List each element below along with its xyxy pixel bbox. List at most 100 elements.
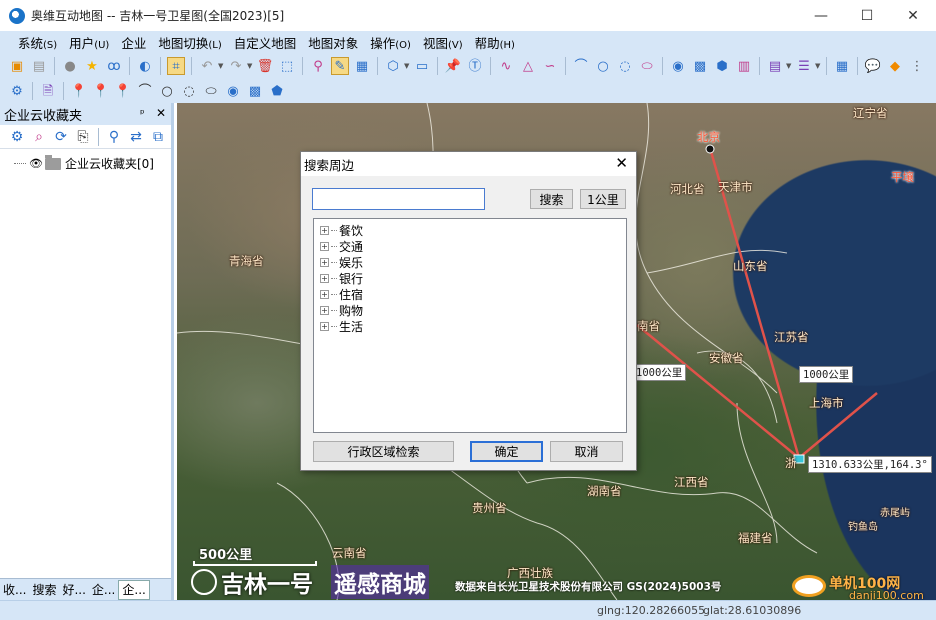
chat-icon[interactable]: 💬	[864, 57, 882, 75]
filled-polygon-icon[interactable]: ⬢	[713, 57, 731, 75]
close-button[interactable]: ✕	[890, 0, 936, 31]
filled-shape-icon[interactable]: ⬟	[268, 82, 286, 100]
vip-icon[interactable]: ◆	[886, 57, 904, 75]
menu-user[interactable]: 用户(U)	[63, 33, 115, 52]
undo-icon[interactable]: ↶	[198, 57, 216, 75]
filled-circle-icon[interactable]: ◉	[669, 57, 687, 75]
link-icon[interactable]: ꝏ	[105, 57, 123, 75]
book-icon[interactable]: ▤	[766, 57, 784, 75]
pin-panel-icon[interactable]: ᵖ	[140, 107, 145, 120]
polyline-icon[interactable]: ∿	[497, 57, 515, 75]
panel-settings-icon[interactable]: ⚙	[8, 128, 26, 146]
radius-button[interactable]: 1公里	[580, 189, 626, 209]
tree-item-dining[interactable]: + 餐饮	[320, 222, 626, 238]
triangle-icon[interactable]: △	[519, 57, 537, 75]
filled-circle-icon-2[interactable]: ◉	[224, 82, 242, 100]
green-pin-icon[interactable]: 📍	[114, 82, 132, 100]
expand-icon[interactable]: +	[320, 225, 329, 235]
expand-icon[interactable]: +	[320, 273, 329, 283]
menu-operation[interactable]: 操作(O)	[364, 33, 417, 52]
menu-system[interactable]: 系统(S)	[12, 33, 63, 52]
arc-line-icon-2[interactable]: ⌒	[136, 82, 154, 100]
close-panel-icon[interactable]: ✕	[156, 106, 166, 120]
expand-icon[interactable]: +	[320, 257, 329, 267]
user-icon[interactable]: ●	[61, 57, 79, 75]
maximize-button[interactable]: ☐	[844, 0, 890, 31]
select-tool-icon[interactable]: ⌗	[167, 57, 185, 75]
panel-locate-icon[interactable]: ⚲	[105, 128, 123, 146]
undo-dropdown-icon[interactable]: ▼	[218, 62, 225, 70]
tab-search[interactable]: 搜索	[29, 581, 59, 598]
search-input[interactable]	[312, 188, 485, 210]
favorite-star-icon[interactable]: ★	[83, 57, 101, 75]
panel-sync-icon[interactable]: ⇄	[127, 128, 145, 146]
place-mark-icon[interactable]: ⚲	[309, 57, 327, 75]
tree-item-shopping[interactable]: + 购物	[320, 302, 626, 318]
save-icon[interactable]: ▤	[30, 57, 48, 75]
book-dropdown-icon[interactable]: ▼	[786, 62, 793, 70]
region-search-button[interactable]: 行政区域检索	[313, 441, 454, 462]
minimize-button[interactable]: —	[798, 0, 844, 31]
measure-ruler-icon[interactable]: ✎	[331, 57, 349, 75]
redo-icon[interactable]: ↷	[227, 57, 245, 75]
tab-favorites[interactable]: 收...	[0, 581, 29, 598]
menu-custom-map[interactable]: 自定义地图	[228, 33, 303, 52]
tab-friends[interactable]: 好...	[59, 581, 88, 598]
circle-outline-icon[interactable]: ○	[158, 82, 176, 100]
panel-refresh-icon[interactable]: ⟳	[52, 128, 70, 146]
circle-icon[interactable]: ○	[594, 57, 612, 75]
pin-icon[interactable]: 📌	[444, 57, 462, 75]
layers-icon[interactable]: ▥	[735, 57, 753, 75]
menu-map-objects[interactable]: 地图对象	[302, 33, 364, 52]
ok-button[interactable]: 确定	[470, 441, 543, 462]
menu-view[interactable]: 视图(V)	[417, 33, 469, 52]
menu-help[interactable]: 帮助(H)	[469, 33, 521, 52]
video-icon[interactable]: ▭	[413, 57, 431, 75]
expand-icon[interactable]: +	[320, 321, 329, 331]
arc-icon[interactable]: ◌	[616, 57, 634, 75]
dialog-close-icon[interactable]: ✕	[615, 154, 628, 172]
tree-item-lodging[interactable]: + 住宿	[320, 286, 626, 302]
tree-item-life[interactable]: + 生活	[320, 318, 626, 334]
document-icon[interactable]: 🗎	[39, 82, 57, 100]
menu-enterprise[interactable]: 企业	[115, 33, 152, 52]
ellipse-icon[interactable]: ⬭	[638, 57, 656, 75]
panel-attach-icon[interactable]: ⎘	[74, 128, 92, 146]
tab-enterprise-cloud[interactable]: 企...	[118, 579, 150, 600]
panel-layers-icon[interactable]: ⧉	[149, 128, 167, 146]
3d-view-icon[interactable]: ◐	[136, 57, 154, 75]
list-dropdown-icon[interactable]: ▼	[815, 62, 822, 70]
curve-icon[interactable]: ∽	[541, 57, 559, 75]
elevation-icon[interactable]: ▦	[353, 57, 371, 75]
expand-icon[interactable]: +	[320, 305, 329, 315]
filled-square-icon-2[interactable]: ▩	[246, 82, 264, 100]
expand-icon[interactable]: +	[320, 241, 329, 251]
tree-root-item[interactable]: 企业云收藏夹[0]	[65, 155, 154, 172]
delete-icon[interactable]: 🗑	[256, 57, 274, 75]
blue-pin-icon[interactable]: 📍	[92, 82, 110, 100]
settings-gear-icon[interactable]: ⚙	[8, 82, 26, 100]
tree-item-transport[interactable]: + 交通	[320, 238, 626, 254]
grid-icon[interactable]: ▦	[833, 57, 851, 75]
ellipse-outline-icon[interactable]: ⬭	[202, 82, 220, 100]
tree-item-entertainment[interactable]: + 娱乐	[320, 254, 626, 270]
list-icon[interactable]: ☰	[795, 57, 813, 75]
new-icon[interactable]: ▣	[8, 57, 26, 75]
expand-icon[interactable]: +	[320, 289, 329, 299]
more-icon[interactable]: ⋮	[908, 57, 926, 75]
search-button[interactable]: 搜索	[530, 189, 573, 209]
polygon-tool-icon[interactable]: ⬡	[384, 57, 402, 75]
yellow-pin-icon[interactable]: 📍	[70, 82, 88, 100]
redo-dropdown-icon[interactable]: ▼	[247, 62, 254, 70]
cancel-button[interactable]: 取消	[550, 441, 623, 462]
brand-remote-sensing-mall[interactable]: 遥感商城	[331, 565, 429, 599]
arc-line-icon[interactable]: ⌒	[572, 57, 590, 75]
menu-map-switch[interactable]: 地图切换(L)	[152, 33, 227, 52]
tab-enterprise[interactable]: 企...	[89, 581, 118, 598]
visibility-eye-icon[interactable]: 👁	[29, 157, 43, 170]
clear-selection-icon[interactable]: ⬚	[278, 57, 296, 75]
polygon-dropdown-icon[interactable]: ▼	[404, 62, 411, 70]
tree-item-bank[interactable]: + 银行	[320, 270, 626, 286]
arc-outline-icon[interactable]: ◌	[180, 82, 198, 100]
panel-search-icon[interactable]: ⌕	[30, 128, 48, 146]
